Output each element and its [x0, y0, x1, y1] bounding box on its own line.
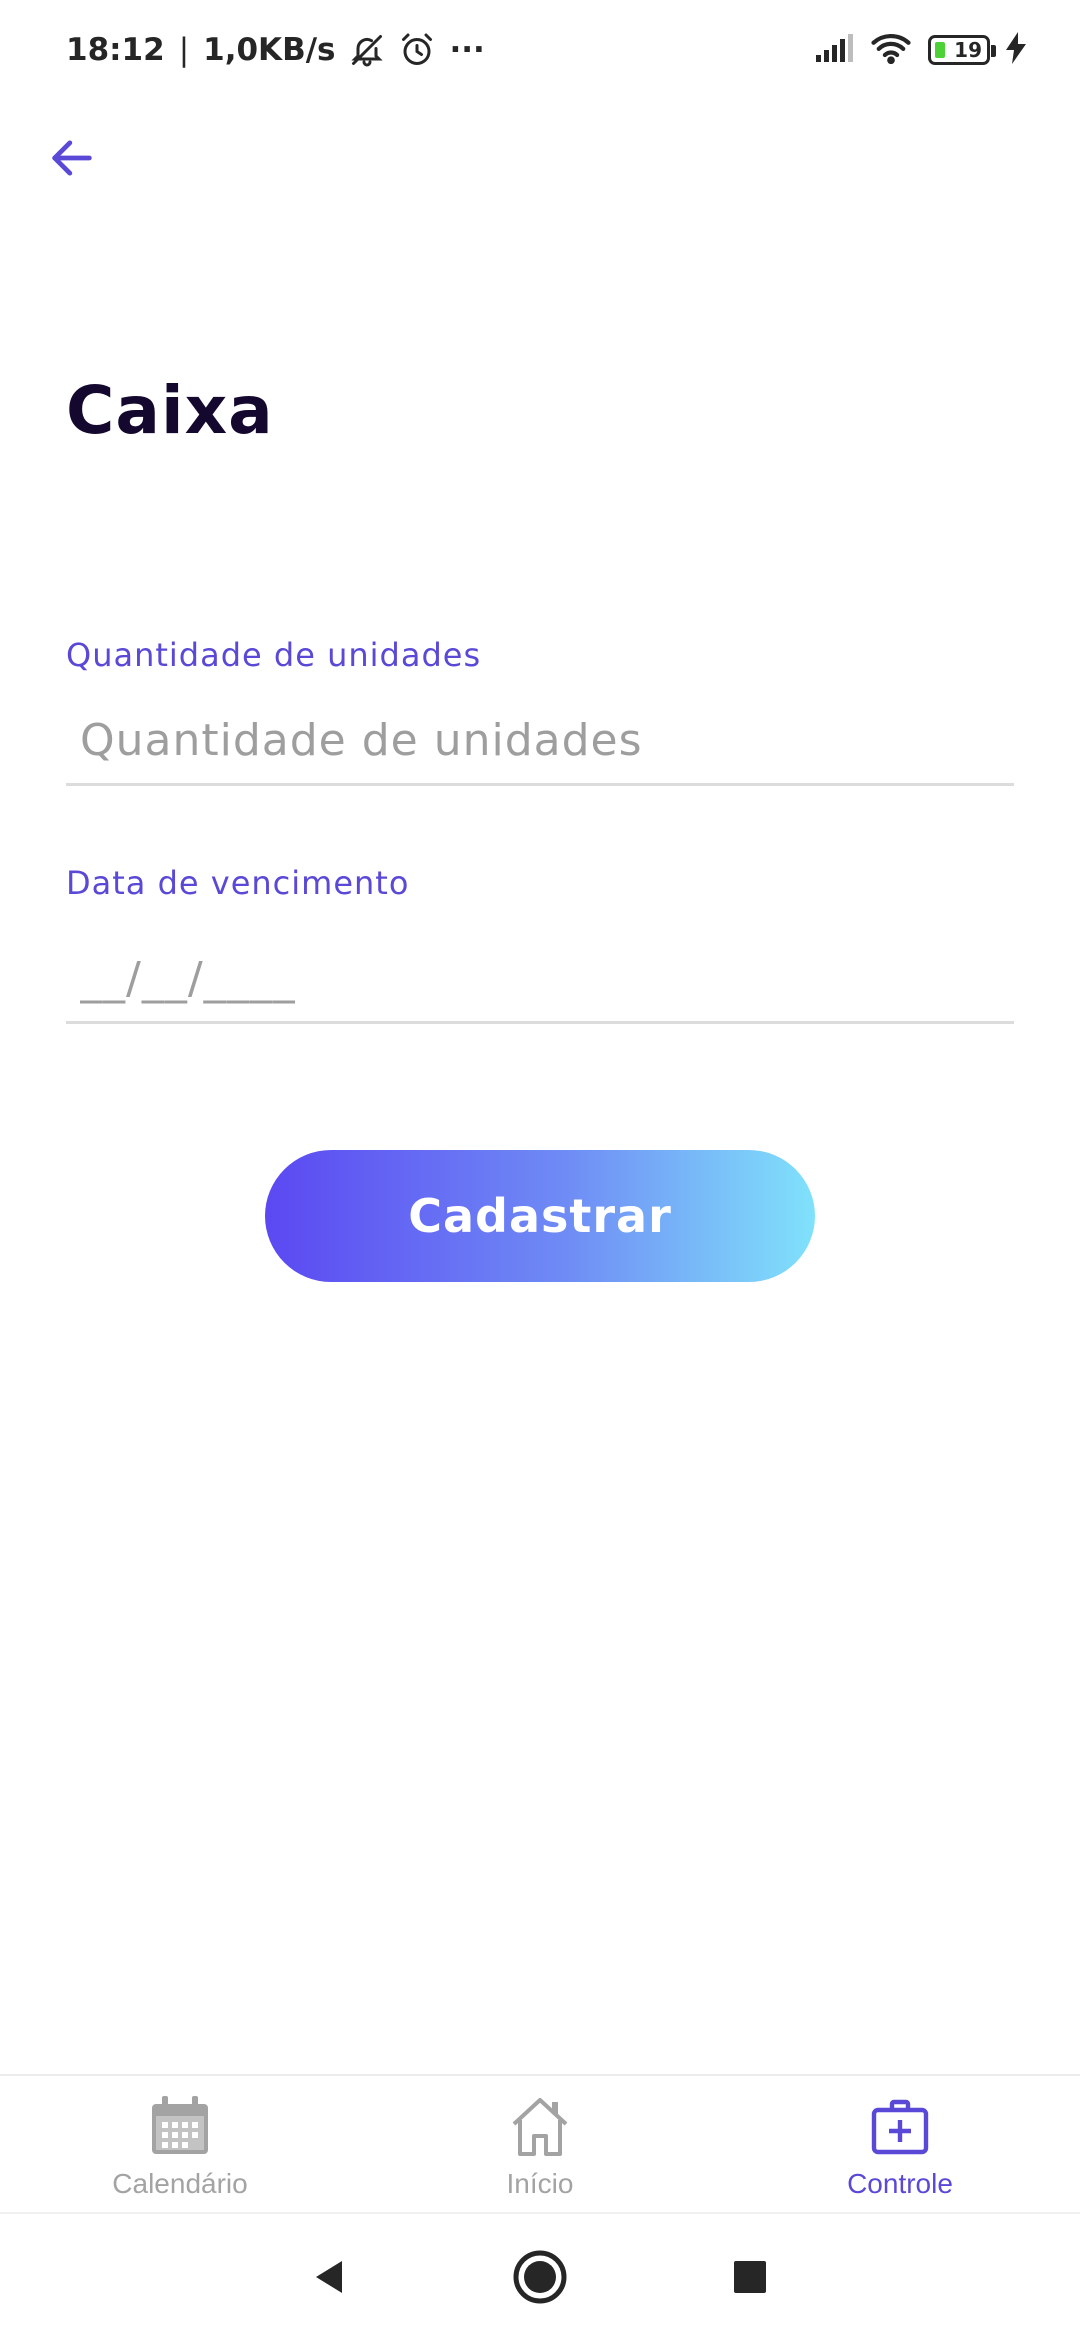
nav-label-calendar: Calendário — [112, 2168, 248, 2199]
system-back-button[interactable] — [300, 2247, 360, 2307]
status-time: 18:12 — [66, 32, 165, 68]
nav-label-home: Início — [506, 2168, 574, 2199]
more-indicator: ··· — [449, 32, 485, 68]
system-nav-bar — [0, 2212, 1080, 2340]
bottom-nav: Calendário Início Controle — [0, 2074, 1080, 2212]
system-home-button[interactable] — [510, 2247, 570, 2307]
arrow-left-icon — [52, 140, 92, 176]
expiry-date-input[interactable] — [66, 936, 1014, 1024]
nav-label-control: Controle — [847, 2168, 953, 2199]
register-button[interactable]: Cadastrar — [265, 1150, 815, 1282]
first-aid-kit-icon — [871, 2099, 929, 2155]
screen: 18:12 | 1,0KB/s ··· 19 Caixa Quantidade … — [0, 0, 1080, 2340]
quantity-input[interactable] — [66, 698, 1014, 786]
expiry-date-label: Data de vencimento — [66, 864, 410, 902]
status-right: 19 — [814, 32, 1026, 68]
nav-item-control[interactable]: Controle — [720, 2076, 1080, 2212]
status-separator: | — [178, 32, 190, 68]
status-bar: 18:12 | 1,0KB/s ··· 19 — [0, 0, 1080, 100]
triangle-back-icon — [316, 2261, 342, 2293]
calendar-icon — [152, 2096, 208, 2154]
network-speed: 1,0KB/s — [203, 32, 336, 68]
battery-level: 19 — [954, 38, 982, 62]
quantity-label: Quantidade de unidades — [66, 636, 482, 674]
signal-icon — [814, 33, 854, 67]
system-recents-button[interactable] — [720, 2247, 780, 2307]
home-icon — [512, 2098, 568, 2156]
alarm-icon — [399, 32, 435, 68]
nav-item-calendar[interactable]: Calendário — [0, 2076, 360, 2212]
battery-icon: 19 — [928, 35, 996, 65]
status-left: 18:12 | 1,0KB/s ··· — [66, 32, 485, 68]
page-title: Caixa — [66, 372, 274, 449]
square-recents-icon — [734, 2261, 766, 2293]
bell-off-icon — [349, 32, 385, 68]
back-button[interactable] — [40, 126, 104, 190]
charging-icon — [1006, 32, 1026, 68]
nav-item-home[interactable]: Início — [360, 2076, 720, 2212]
wifi-icon — [870, 32, 912, 68]
circle-home-icon — [513, 2250, 567, 2304]
